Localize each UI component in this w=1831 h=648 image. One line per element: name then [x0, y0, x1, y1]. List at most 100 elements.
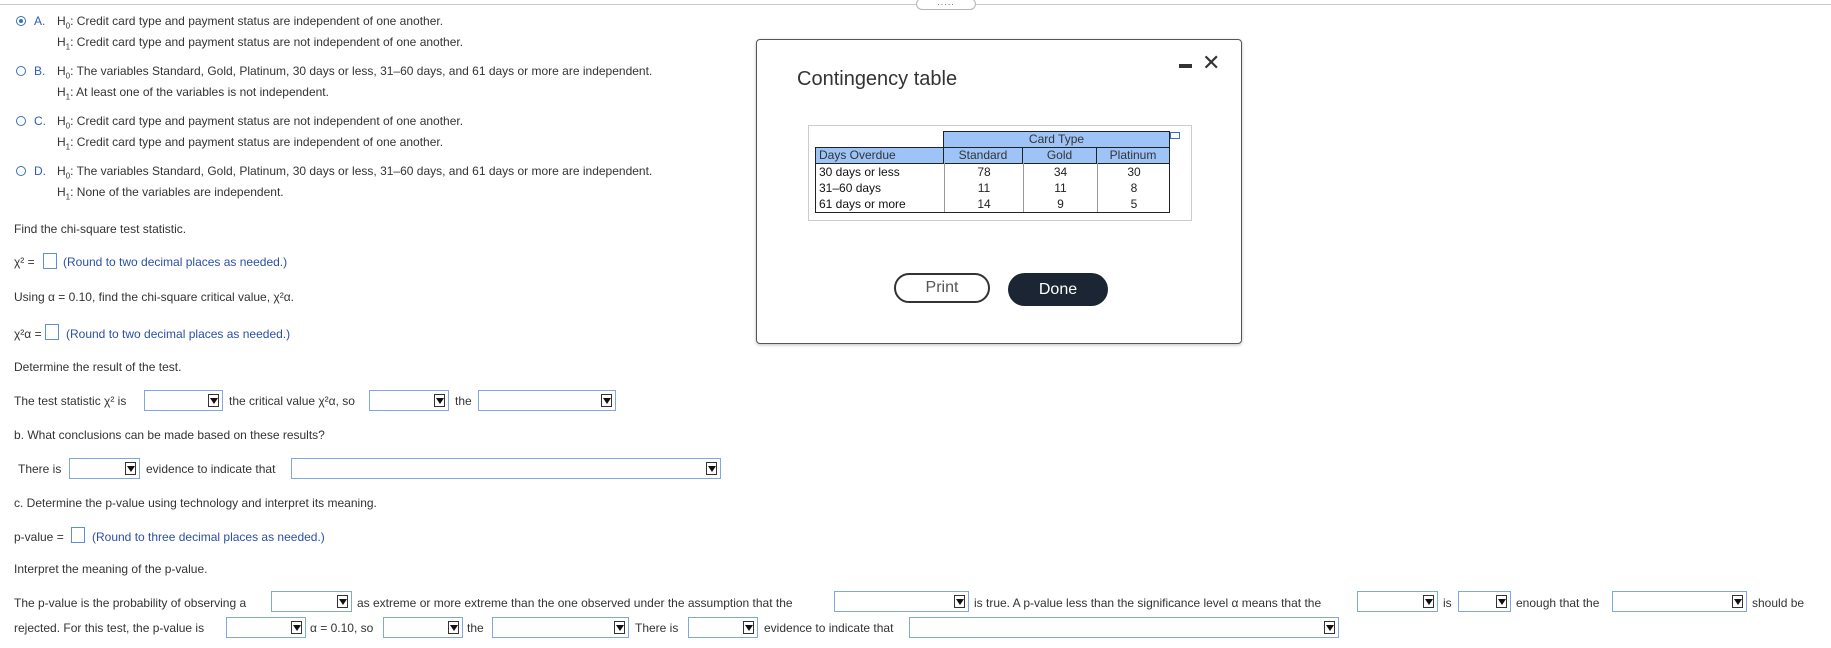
- question-chi-stat: Find the chi-square test statistic.: [14, 222, 187, 236]
- chevron-down-icon: [448, 621, 459, 634]
- decision-dropdown[interactable]: [369, 390, 449, 411]
- done-button[interactable]: Done: [1008, 273, 1108, 306]
- critical-input[interactable]: [45, 324, 59, 340]
- chi-stat-label: χ² =: [14, 255, 35, 269]
- part-b-question: b. What conclusions can be made based on…: [14, 428, 325, 442]
- pvalue-input[interactable]: [71, 527, 85, 543]
- print-button[interactable]: Print: [894, 273, 990, 303]
- radio-b[interactable]: [16, 66, 26, 76]
- contingency-table: Card Type Days Overdue Standard Gold Pla…: [808, 125, 1192, 221]
- b-text-2: evidence to indicate that: [146, 462, 276, 476]
- interpret-prompt: Interpret the meaning of the p-value.: [14, 562, 208, 576]
- chevron-down-icon: [291, 621, 302, 634]
- option-a-h0: H0: Credit card type and payment status …: [57, 14, 444, 31]
- chevron-down-icon: [706, 462, 717, 475]
- size-dropdown[interactable]: [1458, 591, 1511, 612]
- contingency-table-dialog: Contingency table ✕ Card Type Days Overd…: [756, 39, 1242, 344]
- pvalue-hypothesis-dropdown[interactable]: [492, 617, 629, 638]
- question-critical: Using α = 0.10, find the chi-square crit…: [14, 290, 294, 304]
- cell-gold-30: 34: [1053, 165, 1068, 179]
- expand-icon[interactable]: [1170, 132, 1180, 139]
- close-icon[interactable]: ✕: [1202, 52, 1220, 74]
- observe-dropdown[interactable]: [271, 591, 352, 612]
- question-result: Determine the result of the test.: [14, 360, 182, 374]
- dialog-title: Contingency table: [797, 68, 958, 90]
- pvalue-compare-dropdown[interactable]: [226, 617, 306, 638]
- option-c-h0: H0: Credit card type and payment status …: [57, 114, 464, 131]
- option-b-letter: B.: [34, 64, 46, 78]
- interp1-text-6: should be: [1752, 596, 1805, 610]
- chevron-down-icon: [125, 462, 136, 475]
- result-text-2: the critical value χ²α, so: [229, 394, 355, 408]
- option-c-letter: C.: [34, 114, 46, 128]
- chevron-down-icon: [1496, 595, 1507, 608]
- interp1-text-5: enough that the: [1516, 596, 1600, 610]
- option-b-h1: H1: At least one of the variables is not…: [57, 85, 329, 102]
- card-type-header: Card Type: [943, 131, 1170, 148]
- chevron-down-icon: [1732, 595, 1743, 608]
- row-label-61-days: 61 days or more: [819, 197, 906, 211]
- option-d-letter: D.: [34, 164, 46, 178]
- table-body: 30 days or less 78 34 30 31–60 days 11 1…: [815, 163, 1170, 213]
- chevron-down-icon: [337, 595, 348, 608]
- minimize-icon[interactable]: [1179, 64, 1192, 68]
- col-header-standard: Standard: [943, 147, 1023, 164]
- interp2-text-3: the: [467, 621, 484, 635]
- result-text-1: The test statistic χ² is: [14, 394, 127, 408]
- part-c-question: c. Determine the p-value using technolog…: [14, 496, 377, 510]
- pvalue-label: p-value =: [14, 530, 64, 544]
- interp1-text-3: is true. A p-value less than the signifi…: [974, 596, 1322, 610]
- radio-d[interactable]: [16, 166, 26, 176]
- drag-handle[interactable]: .....: [916, 0, 976, 10]
- result-text-3: the: [455, 394, 472, 408]
- cell-gold-61: 9: [1057, 197, 1064, 211]
- compare-dropdown[interactable]: [144, 390, 223, 411]
- interp1-text-2: as extreme or more extreme than the one …: [357, 596, 793, 610]
- row-label-31-60-days: 31–60 days: [819, 181, 882, 195]
- col-header-platinum: Platinum: [1096, 147, 1170, 164]
- cell-gold-31-60: 11: [1054, 181, 1067, 195]
- chi-stat-input[interactable]: [43, 253, 57, 269]
- conclusion-dropdown[interactable]: [291, 458, 721, 479]
- interp2-text-1: rejected. For this test, the p-value is: [14, 621, 205, 635]
- assumption-dropdown[interactable]: [834, 591, 969, 612]
- cell-platinum-30: 30: [1127, 165, 1141, 179]
- option-d-h1: H1: None of the variables are independen…: [57, 185, 284, 202]
- interp2-text-4: There is: [635, 621, 679, 635]
- chevron-down-icon: [743, 621, 754, 634]
- cell-standard-31-60: 11: [977, 181, 991, 195]
- radio-a[interactable]: [16, 16, 26, 26]
- round-two-hint: (Round to two decimal places as needed.): [63, 255, 288, 269]
- cell-standard-30: 78: [977, 165, 991, 179]
- pvalue-evidence-dropdown[interactable]: [688, 617, 758, 638]
- interp2-text-2: α = 0.10, so: [310, 621, 374, 635]
- round-three-hint: (Round to three decimal places as needed…: [92, 530, 325, 544]
- critical-label: χ²α =: [14, 327, 42, 341]
- round-two-hint-2: (Round to two decimal places as needed.): [66, 327, 291, 341]
- chevron-down-icon: [1423, 595, 1434, 608]
- option-b-h0: H0: The variables Standard, Gold, Platin…: [57, 64, 653, 81]
- chevron-down-icon: [208, 394, 219, 407]
- days-overdue-header: Days Overdue: [815, 147, 944, 164]
- interp2-text-5: evidence to indicate that: [764, 621, 894, 635]
- option-a-h1: H1: Credit card type and payment status …: [57, 35, 464, 52]
- chevron-down-icon: [954, 595, 965, 608]
- pvalue-conclusion-dropdown[interactable]: [909, 617, 1339, 638]
- reject-dropdown[interactable]: [1612, 591, 1747, 612]
- significance-dropdown[interactable]: [1357, 591, 1438, 612]
- chevron-down-icon: [434, 394, 445, 407]
- cell-standard-61: 14: [977, 197, 991, 211]
- chevron-down-icon: [601, 394, 612, 407]
- chevron-down-icon: [1324, 621, 1335, 634]
- hypothesis-dropdown[interactable]: [478, 390, 616, 411]
- evidence-dropdown[interactable]: [69, 458, 140, 479]
- pvalue-decision-dropdown[interactable]: [383, 617, 463, 638]
- radio-c[interactable]: [16, 116, 26, 126]
- b-text-1: There is: [18, 462, 62, 476]
- cell-platinum-61: 5: [1130, 197, 1138, 211]
- interp1-text-1: The p-value is the probability of observ…: [14, 596, 247, 610]
- row-label-30-days: 30 days or less: [819, 165, 900, 179]
- option-c-h1: H1: Credit card type and payment status …: [57, 135, 444, 152]
- interp1-text-4: is: [1443, 596, 1452, 610]
- chevron-down-icon: [614, 621, 625, 634]
